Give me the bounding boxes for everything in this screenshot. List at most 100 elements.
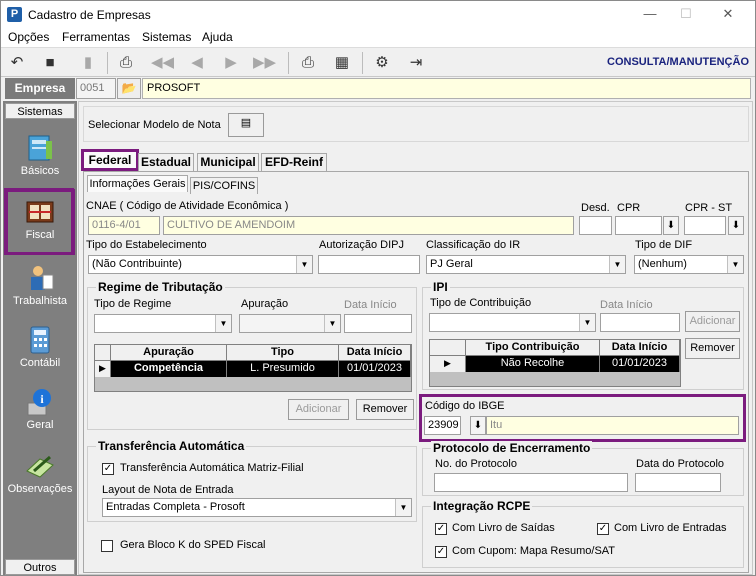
menu-sistemas[interactable]: Sistemas: [142, 30, 191, 44]
open-folder-button[interactable]: 📂: [117, 78, 141, 99]
table-cell[interactable]: Não Recolhe: [466, 356, 600, 372]
regime-remove-button[interactable]: Remover: [356, 399, 414, 420]
livro-saidas-checkbox[interactable]: ✓: [435, 523, 447, 535]
sidebar-item-basicos[interactable]: Básicos: [3, 129, 77, 185]
tipo-contribuicao-select[interactable]: ▼: [429, 313, 596, 332]
autorizacao-dipj-field[interactable]: [318, 255, 420, 274]
regime-add-button[interactable]: Adicionar: [288, 399, 349, 420]
protocolo-number-label: No. do Protocolo: [435, 458, 517, 470]
ipi-add-button[interactable]: Adicionar: [685, 311, 740, 332]
desd-label: Desd.: [581, 202, 610, 214]
bloco-k-checkbox[interactable]: [101, 540, 113, 552]
toolbar-separator: [107, 52, 108, 74]
table-cell[interactable]: L. Presumido: [227, 361, 339, 377]
layout-nota-select[interactable]: Entradas Completa - Prosoft ▼: [102, 498, 412, 517]
calculator-icon[interactable]: ▦: [331, 52, 353, 74]
cnae-label: CNAE ( Código de Atividade Econômica ): [86, 200, 289, 212]
empresa-code-field[interactable]: 0051: [76, 78, 116, 99]
table-cell[interactable]: Competência: [111, 361, 227, 377]
ibge-download-button[interactable]: ⬇: [470, 416, 486, 435]
column-header[interactable]: Apuração: [111, 345, 227, 361]
preview-icon[interactable]: ⎙: [115, 52, 137, 74]
tipo-regime-select[interactable]: ▼: [94, 314, 232, 333]
menu-ajuda[interactable]: Ajuda: [202, 30, 233, 44]
sidebar-header[interactable]: Sistemas: [5, 103, 75, 119]
undo-icon[interactable]: ↶: [6, 52, 28, 74]
chevron-down-icon: ▼: [395, 499, 411, 516]
ipi-table[interactable]: Tipo Contribuição Data Início ▶ Não Reco…: [429, 339, 681, 387]
classificacao-ir-select[interactable]: PJ Geral ▼: [426, 255, 626, 274]
column-header[interactable]: Data Início: [600, 340, 680, 356]
livro-entradas-checkbox[interactable]: ✓: [597, 523, 609, 535]
empresa-name-field[interactable]: PROSOFT: [142, 78, 751, 99]
transferencia-checkbox[interactable]: ✓: [102, 463, 114, 475]
prev-icon[interactable]: ◀: [186, 52, 208, 74]
minimize-button[interactable]: —: [635, 5, 665, 23]
ipi-remove-button[interactable]: Remover: [685, 338, 740, 359]
sidebar-item-label: Básicos: [20, 165, 60, 177]
cnae-code-field[interactable]: 0116-4/01: [88, 216, 160, 235]
select-model-button[interactable]: ▤: [228, 113, 264, 137]
subtab-informacoes-gerais[interactable]: Informações Gerais: [87, 175, 188, 192]
next-icon[interactable]: ▶: [220, 52, 242, 74]
column-header[interactable]: Data Início: [339, 345, 411, 361]
ibge-code-field[interactable]: 23909: [424, 416, 461, 435]
sidebar-item-label: Contábil: [19, 357, 61, 369]
desd-field[interactable]: [579, 216, 612, 235]
tab-efd-reinf[interactable]: EFD-Reinf: [261, 153, 327, 171]
row-indicator-icon: ▶: [430, 356, 466, 372]
save-icon[interactable]: ■: [39, 52, 61, 74]
ibge-city-field[interactable]: Itu: [486, 416, 739, 435]
menu-opcoes[interactable]: Opções: [8, 30, 49, 44]
toolbar: ↶ ■ ▮ ⎙ ◀◀ ◀ ▶ ▶▶ ⎙ ▦ ⚙ ⇥ CONSULTA/MANUT…: [1, 47, 755, 77]
sidebar-item-contabil[interactable]: Contábil: [3, 321, 77, 377]
apuracao-label: Apuração: [241, 298, 289, 310]
chevron-down-icon: ▼: [609, 256, 625, 273]
new-icon[interactable]: ▮: [77, 52, 99, 74]
ipi-data-inicio-field[interactable]: [600, 313, 680, 332]
table-corner: [95, 345, 111, 361]
first-icon[interactable]: ◀◀: [151, 52, 174, 74]
close-button[interactable]: ✕: [713, 5, 743, 23]
regime-data-inicio-field[interactable]: [344, 314, 412, 333]
table-corner: [430, 340, 466, 356]
sidebar-item-trabalhista[interactable]: Trabalhista: [3, 259, 77, 315]
notepad-icon: [26, 455, 54, 478]
last-icon[interactable]: ▶▶: [253, 52, 276, 74]
regime-tributacao-title: Regime de Tributação: [96, 280, 225, 294]
tab-municipal[interactable]: Municipal: [197, 153, 259, 171]
protocolo-number-field[interactable]: [434, 473, 628, 492]
column-header[interactable]: Tipo: [227, 345, 339, 361]
sidebar-item-fiscal[interactable]: Fiscal: [5, 189, 75, 255]
protocolo-title: Protocolo de Encerramento: [431, 441, 593, 455]
table-cell[interactable]: 01/01/2023: [600, 356, 680, 372]
bloco-k-label: Gera Bloco K do SPED Fiscal: [120, 539, 266, 551]
regime-table[interactable]: Apuração Tipo Data Início ▶ Competência …: [94, 344, 412, 392]
column-header[interactable]: Tipo Contribuição: [466, 340, 600, 356]
cupom-checkbox[interactable]: ✓: [435, 546, 447, 558]
apuracao-select[interactable]: ▼: [239, 314, 341, 333]
cpr-download-button[interactable]: ⬇: [663, 216, 679, 235]
cnae-description-field[interactable]: CULTIVO DE AMENDOIM: [163, 216, 574, 235]
sidebar-item-geral[interactable]: i Geral: [3, 383, 77, 439]
table-cell[interactable]: 01/01/2023: [339, 361, 411, 377]
ipi-data-inicio-label: Data Início: [600, 299, 653, 311]
cpr-field[interactable]: [615, 216, 662, 235]
tipo-dif-select[interactable]: (Nenhum) ▼: [634, 255, 744, 274]
classificacao-ir-label: Classificação do IR: [426, 239, 521, 251]
exit-icon[interactable]: ⇥: [405, 52, 427, 74]
print-icon[interactable]: ⎙: [297, 52, 319, 74]
tools-icon[interactable]: ⚙: [371, 52, 393, 74]
sidebar-footer[interactable]: Outros: [5, 559, 75, 575]
menu-ferramentas[interactable]: Ferramentas: [62, 30, 130, 44]
cpr-st-field[interactable]: [684, 216, 726, 235]
tab-estadual[interactable]: Estadual: [138, 153, 194, 171]
cpr-st-download-button[interactable]: ⬇: [728, 216, 744, 235]
protocolo-date-field[interactable]: [635, 473, 721, 492]
chevron-down-icon: ▼: [727, 256, 743, 273]
tab-federal[interactable]: Federal: [83, 151, 137, 169]
maximize-button[interactable]: ☐: [671, 5, 701, 23]
subtab-pis-cofins[interactable]: PIS/COFINS: [190, 177, 258, 194]
sidebar-item-observacoes[interactable]: Observações: [3, 447, 77, 503]
tipo-estabelecimento-select[interactable]: (Não Contribuinte) ▼: [88, 255, 313, 274]
